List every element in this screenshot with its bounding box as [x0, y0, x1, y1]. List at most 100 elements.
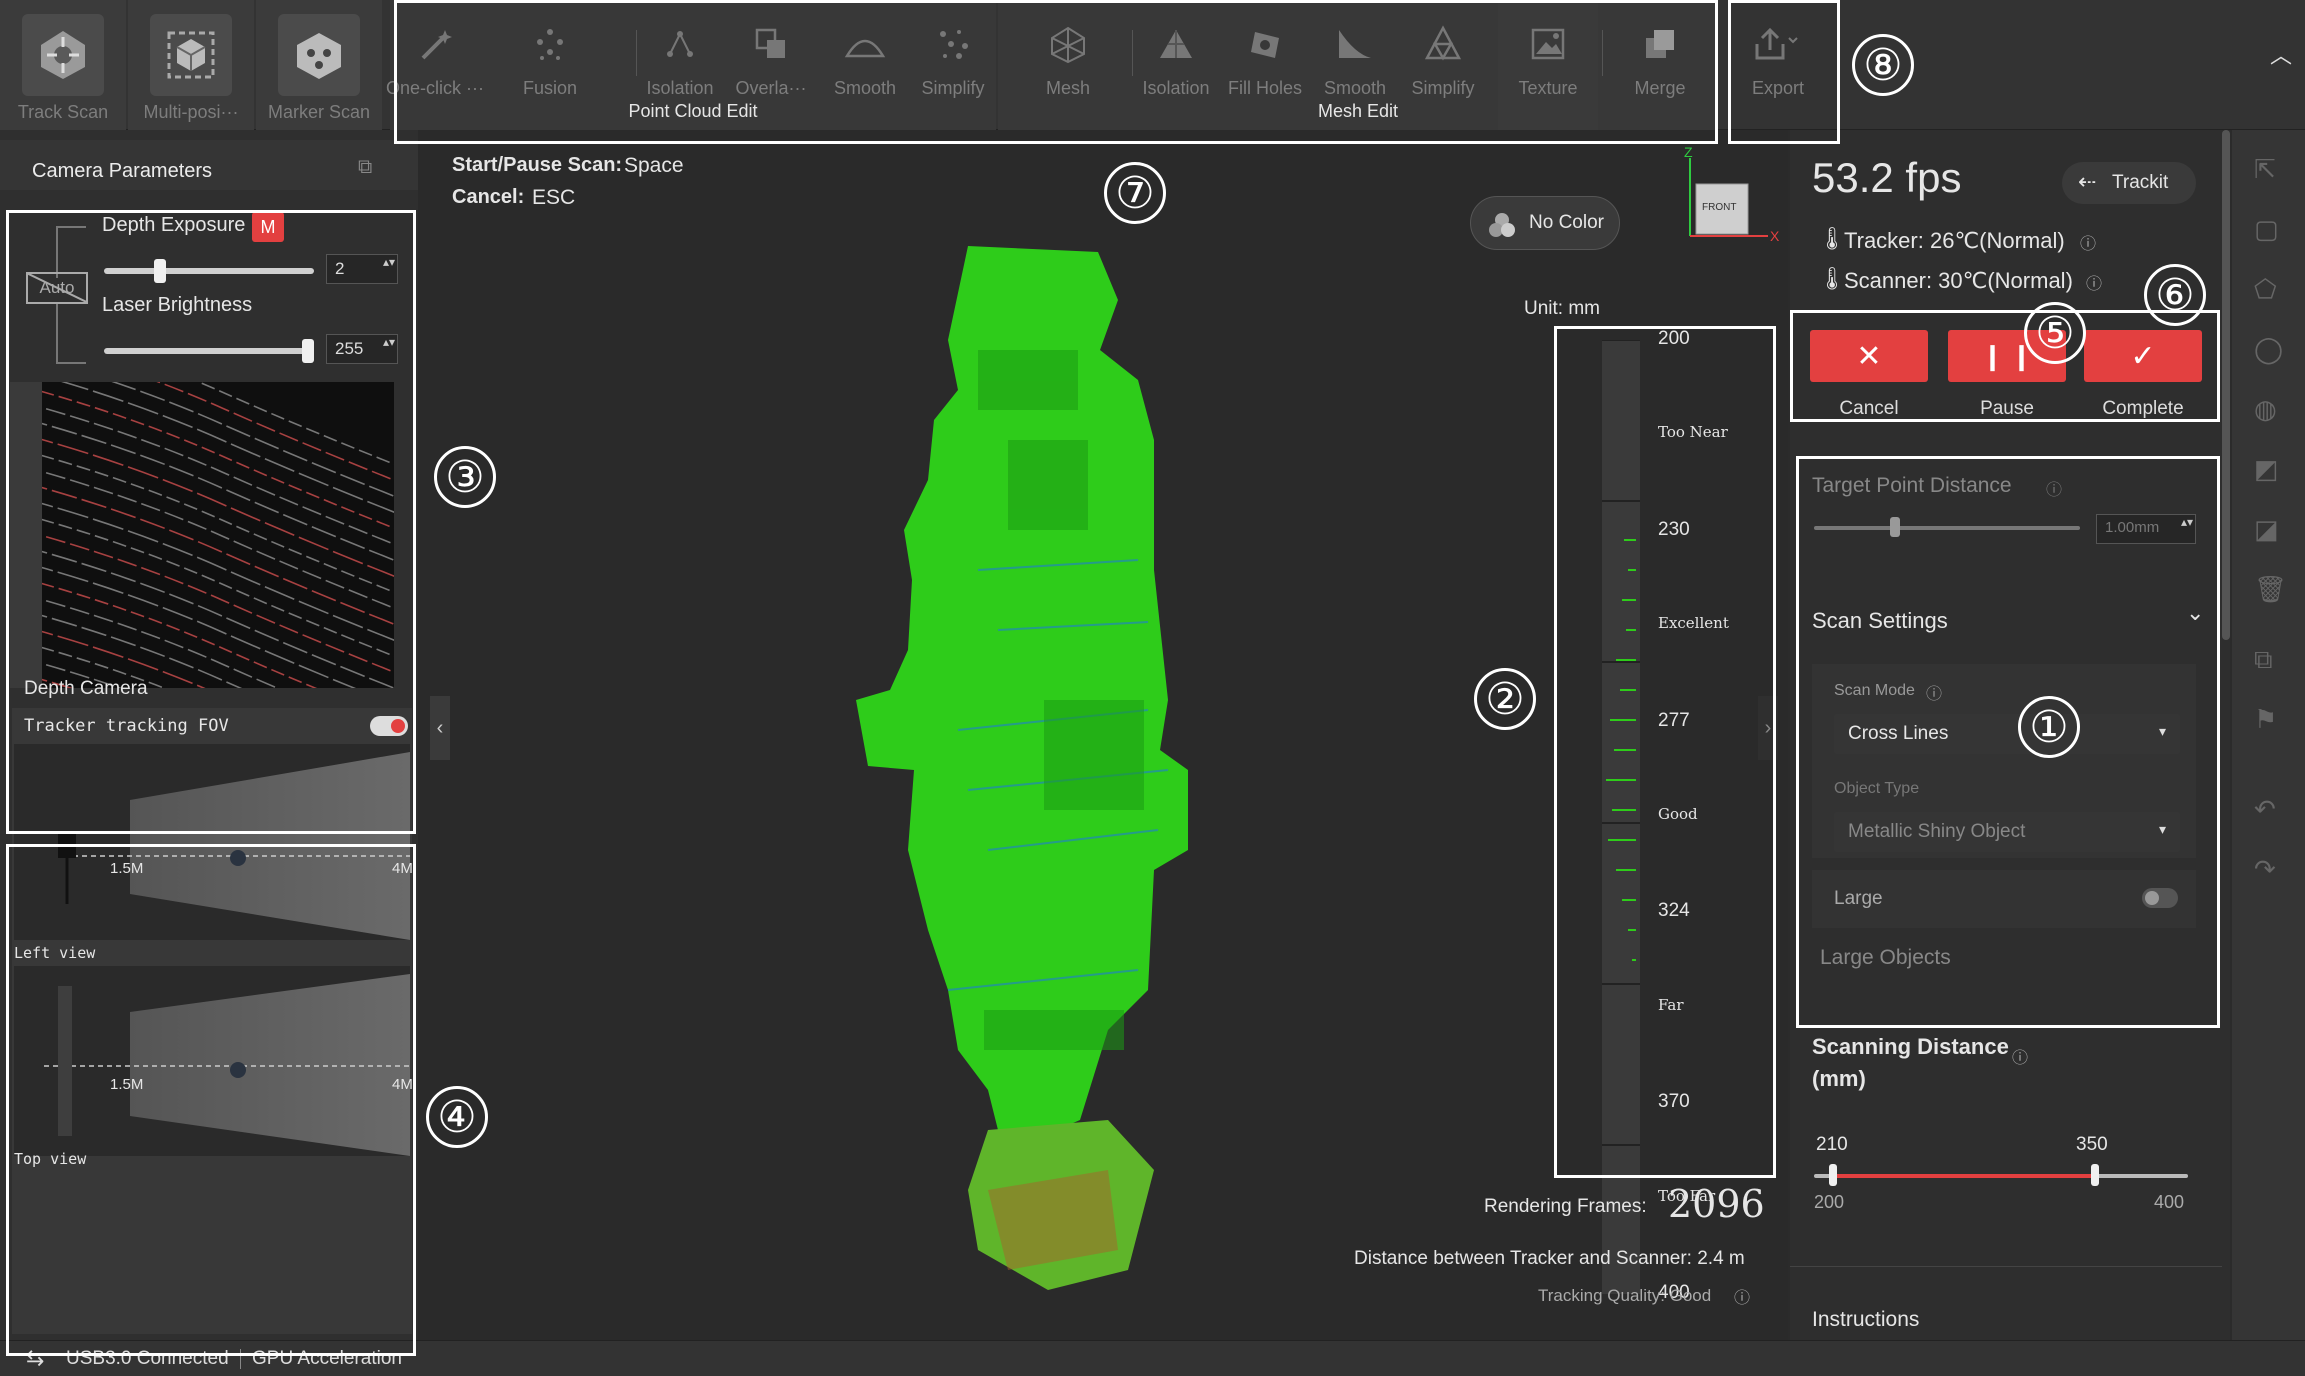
laser-brightness-slider-thumb[interactable] [302, 339, 314, 363]
tracker-fov-toggle[interactable] [370, 716, 408, 736]
multi-position-button[interactable]: Multi-posi··· [128, 0, 254, 130]
shortcut-scan-value: Space [624, 154, 684, 177]
info-icon[interactable]: ⓘ [2086, 270, 2102, 294]
camera-parameters-panel: Camera Parameters ⧉ Depth Exposure M 2 A… [0, 130, 418, 1340]
info-icon[interactable]: ⓘ [1734, 1284, 1750, 1308]
scan-mode-dropdown[interactable]: Cross Lines [1834, 714, 2180, 754]
view-cube-widget[interactable]: Z X FRONT [1680, 144, 1780, 258]
lasso-select-icon[interactable]: ⬠ [2254, 274, 2277, 305]
tracking-quality-readout: Tracking Quality: Good [1538, 1286, 1712, 1305]
object-type-label: Object Type [1834, 780, 1920, 797]
camera-parameters-title: Camera Parameters [32, 160, 213, 182]
callout-5: ⑤ [2024, 302, 2086, 364]
depth-camera-scrollbar[interactable] [10, 382, 42, 688]
info-icon[interactable]: ⓘ [2046, 476, 2062, 500]
color-mode-label: No Color [1529, 212, 1604, 233]
rendering-frames-value: 2096 [1668, 1182, 1765, 1226]
copy-icon[interactable]: ⧉ [2254, 644, 2273, 676]
manual-mode-badge[interactable]: M [252, 212, 284, 242]
brush-select-icon[interactable]: ◯ [2254, 334, 2283, 365]
callout-3: ③ [434, 446, 496, 508]
target-point-slider[interactable] [1814, 526, 2080, 530]
sphere-select-icon[interactable]: ◍ [2254, 394, 2277, 425]
complete-label: Complete [2102, 398, 2184, 419]
usb-icon: ⇆ [26, 1345, 45, 1370]
range-high-thumb[interactable] [2090, 1164, 2099, 1186]
far-distance-mark: 4M [392, 860, 413, 877]
callout-6: ⑥ [2144, 264, 2206, 326]
thermometer-icon: 🌡︎ [1818, 226, 1846, 251]
near-distance-mark: 1.5M [110, 1076, 144, 1093]
info-icon[interactable]: ⓘ [2012, 1044, 2028, 1068]
laser-lines-image [42, 382, 394, 688]
auto-exposure-button[interactable]: Auto [26, 272, 88, 304]
check-icon: ✓ [2130, 339, 2156, 373]
overlap-icon [743, 16, 799, 72]
marker-scan-button[interactable]: Marker Scan [256, 0, 382, 130]
fusion-icon [522, 16, 578, 72]
mesh-isolation-icon [1148, 16, 1204, 72]
fov-left-view [14, 744, 410, 940]
multi-position-icon [150, 14, 232, 96]
merge-icon [1632, 16, 1688, 72]
collapse-right-panel-icon[interactable]: › [1758, 696, 1778, 760]
laser-brightness-slider[interactable] [104, 348, 314, 354]
undo-icon[interactable]: ↶ [2254, 794, 2276, 825]
redo-icon[interactable]: ↷ [2254, 854, 2276, 885]
object-type-dropdown[interactable]: Metallic Shiny Object [1834, 812, 2180, 852]
depth-exposure-label: Depth Exposure [102, 214, 246, 236]
callout-1: ① [2018, 696, 2080, 758]
large-objects-toggle[interactable] [2142, 888, 2178, 908]
target-point-value-input[interactable]: 1.00mm [2096, 514, 2196, 544]
color-circles-icon [1489, 213, 1515, 237]
track-scan-button[interactable]: Track Scan [0, 0, 126, 130]
right-panel-scrollbar[interactable] [2222, 130, 2230, 640]
depth-exposure-slider-thumb[interactable] [153, 259, 166, 283]
info-icon[interactable]: ⓘ [1926, 680, 1942, 704]
laser-brightness-value-input[interactable]: 255 [326, 334, 398, 364]
plane-select-icon[interactable]: ◩ [2254, 454, 2279, 485]
far-distance-mark: 4M [392, 1076, 413, 1093]
invert-select-icon[interactable]: ◪ [2254, 514, 2279, 545]
3d-viewport[interactable]: Start/Pause Scan: Space Cancel: ESC No C… [418, 130, 1788, 1340]
target-point-slider-thumb[interactable] [1890, 517, 1900, 537]
export-button[interactable]: Export [1728, 0, 1828, 130]
thermometer-icon: 🌡︎ [1818, 266, 1846, 291]
cancel-scan-button[interactable]: ✕ [1810, 330, 1928, 382]
gauge-zone-label: Excellent [1658, 614, 1729, 633]
toolbar-separator [636, 30, 637, 76]
gauge-zone-label: Far [1658, 995, 1684, 1014]
trackit-button[interactable]: ⇠ Trackit [2062, 162, 2196, 204]
depth-exposure-value-input[interactable]: 2 [326, 254, 398, 284]
range-low-thumb[interactable] [1828, 1164, 1837, 1186]
isolation-icon [652, 16, 708, 72]
stamp-icon[interactable]: ⚑ [2254, 704, 2277, 735]
depth-camera-label: Depth Camera [24, 678, 148, 699]
top-view-label: Top view [14, 1150, 87, 1168]
range-max-label: 400 [2154, 1192, 2185, 1212]
pause-icon: ❙ ❙ [1981, 340, 2033, 371]
collapse-toolbar-icon[interactable]: ︿ [2270, 38, 2292, 70]
complete-scan-button[interactable]: ✓ [2084, 330, 2202, 382]
delete-icon[interactable]: 🗑︎ [2254, 574, 2287, 605]
rectangle-select-icon[interactable]: ▢ [2254, 214, 2279, 245]
large-label: Large [1834, 888, 1883, 909]
chevron-down-icon[interactable]: ⌄ [2186, 600, 2204, 626]
info-icon[interactable]: ⓘ [2080, 230, 2096, 254]
scanner-temperature: Scanner: 30℃(Normal) [1844, 268, 2073, 293]
color-mode-button[interactable]: No Color [1470, 196, 1620, 250]
point-cloud-model[interactable] [808, 230, 1288, 1310]
z-axis-label: Z [1684, 144, 1693, 160]
target-point-distance-label: Target Point Distance [1812, 474, 2012, 497]
detach-panel-icon[interactable]: ⧉ [358, 156, 372, 179]
marker-scan-icon [278, 14, 360, 96]
tracker-fov-label: Tracker tracking FOV [24, 716, 229, 736]
collapse-left-panel-icon[interactable]: ‹ [430, 696, 450, 760]
fov-top-view [14, 966, 410, 1156]
gauge-distance-tick: 200 [1658, 328, 1690, 349]
pause-label: Pause [1980, 398, 2034, 419]
select-cursor-icon[interactable]: ⇱ [2254, 154, 2276, 185]
depth-exposure-slider[interactable] [104, 268, 314, 274]
back-arrow-icon: ⇠ [2078, 169, 2097, 194]
instructions-header[interactable]: Instructions [1812, 1308, 1919, 1332]
